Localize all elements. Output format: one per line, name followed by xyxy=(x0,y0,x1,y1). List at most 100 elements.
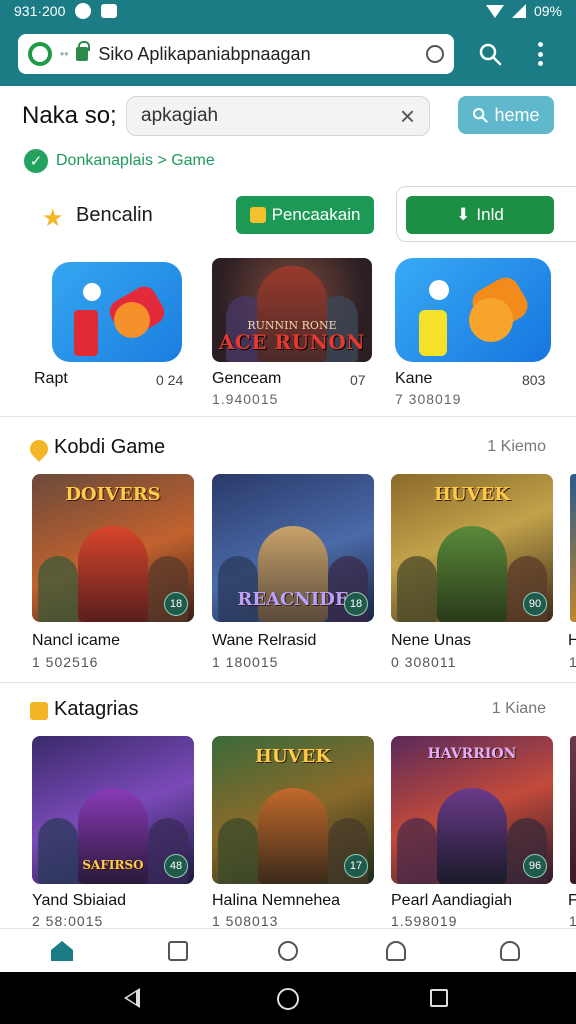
install-button[interactable]: ⬇ Inld xyxy=(406,196,554,234)
game-meta: 1 xyxy=(569,913,576,929)
reload-icon[interactable] xyxy=(426,45,444,63)
app-name[interactable]: Rapt xyxy=(34,370,68,388)
messenger-icon xyxy=(75,3,92,19)
home-icon[interactable] xyxy=(48,937,76,965)
game-meta: 2 58:0015 xyxy=(32,913,104,929)
app-art-genceam[interactable]: RUNNIN RONE ACE RUNON xyxy=(212,258,372,362)
address-bar[interactable]: •• Siko Aplikapaniabpnaagan xyxy=(18,34,454,74)
app-count: 0 24 xyxy=(156,372,184,388)
lock-icon[interactable] xyxy=(76,41,91,61)
url-text[interactable]: Siko Aplikapaniabpnaagan xyxy=(98,44,420,65)
app-icon-rapt[interactable] xyxy=(52,262,182,362)
breadcrumb[interactable]: ✓ Donkanaplais > Game xyxy=(24,148,215,174)
see-more-link[interactable]: 1 Kiemo xyxy=(487,438,546,456)
game-card[interactable]: REACNIDE 18 xyxy=(212,474,374,622)
rating-badge: 90 xyxy=(523,592,547,616)
app-count: 803 xyxy=(522,372,546,388)
section-header-categories: Katagrias 1 Kiane xyxy=(0,698,576,728)
app-screen: 931·200 09% •• Siko Aplikapaniabpnaagan … xyxy=(0,0,576,1024)
install-button-label: Inld xyxy=(476,205,504,224)
app-count: 07 xyxy=(350,372,366,388)
recents-icon[interactable] xyxy=(430,989,448,1007)
game-name[interactable]: Pearl Aandiagiah xyxy=(391,892,512,910)
featured-header: ★ Bencalin Pencaakain ⬇ Inld xyxy=(0,186,576,246)
primary-action-label: Pencaakain xyxy=(271,205,361,224)
app-name[interactable]: Kane xyxy=(395,370,432,388)
clear-icon[interactable]: × xyxy=(400,103,415,129)
page-title: Naka so; xyxy=(22,102,117,129)
search-query[interactable]: apkagiah xyxy=(141,105,400,127)
game-name[interactable]: Nene Unas xyxy=(391,632,471,650)
app-icon-kane[interactable] xyxy=(395,258,551,362)
app-meta: 7 308019 xyxy=(395,391,462,407)
profile-icon[interactable] xyxy=(496,937,524,965)
app-meta: 1.940015 xyxy=(212,391,279,407)
divider xyxy=(0,682,576,683)
art-title: ACE RUNON xyxy=(218,330,366,354)
game-card[interactable]: DOIVERS 18 xyxy=(32,474,194,622)
rating-badge: 17 xyxy=(344,854,368,878)
game-meta: 1 502516 xyxy=(32,654,99,670)
search-input[interactable]: apkagiah × xyxy=(126,96,430,136)
game-card[interactable]: SAFIRSO 48 xyxy=(32,736,194,884)
search-icon[interactable] xyxy=(274,937,302,965)
search-icon[interactable] xyxy=(478,42,502,66)
primary-action-button[interactable]: Pencaakain xyxy=(236,196,374,234)
see-more-link[interactable]: 1 Kiane xyxy=(492,700,546,718)
clock: 931·200 xyxy=(14,3,66,19)
game-card-peek[interactable] xyxy=(570,474,576,622)
overflow-menu-icon[interactable] xyxy=(534,42,546,66)
game-art-title: HUVEK xyxy=(433,484,511,505)
game-meta: 1.598019 xyxy=(391,913,458,929)
home-button[interactable]: heme xyxy=(458,96,554,134)
game-meta: 1 180015 xyxy=(212,654,279,670)
notifications-icon[interactable] xyxy=(382,937,410,965)
notification-icon xyxy=(101,4,118,18)
system-navigation-bar xyxy=(0,972,576,1024)
bottom-nav xyxy=(0,928,576,972)
badge-icon xyxy=(249,207,266,223)
divider xyxy=(0,416,576,417)
app-name[interactable]: Genceam xyxy=(212,370,281,388)
game-card-peek[interactable] xyxy=(570,736,576,884)
signal-icon xyxy=(511,4,526,18)
game-name[interactable]: Yand Sbiaiad xyxy=(32,892,126,910)
breadcrumb-text[interactable]: Donkanaplais > Game xyxy=(56,152,215,170)
game-name[interactable]: Wane Relrasid xyxy=(212,632,316,650)
star-icon: ★ xyxy=(42,205,64,232)
status-bar: 931·200 09% xyxy=(0,0,576,22)
tab-switcher-icon[interactable]: •• xyxy=(60,47,68,61)
category-icon xyxy=(30,702,48,720)
rating-badge: 96 xyxy=(523,854,547,878)
search-row: Naka so; apkagiah × heme xyxy=(0,86,576,146)
game-card[interactable]: HUVEK 17 xyxy=(212,736,374,884)
site-favicon-icon[interactable] xyxy=(28,42,52,66)
rating-badge: 18 xyxy=(344,592,368,616)
section-header-games: Kobdi Game 1 Kiemo xyxy=(0,436,576,466)
wifi-icon xyxy=(485,4,504,18)
game-meta: 1 xyxy=(569,654,576,670)
game-meta: 0 308011 xyxy=(391,654,457,670)
game-card[interactable]: HUVEK 90 xyxy=(391,474,553,622)
rating-badge: 48 xyxy=(164,854,188,878)
browser-toolbar: •• Siko Aplikapaniabpnaagan xyxy=(0,22,576,86)
search-icon xyxy=(473,108,489,123)
game-name[interactable]: Halina Nemnehea xyxy=(212,892,340,910)
back-icon[interactable] xyxy=(124,988,140,1008)
game-art-title: DOIVERS xyxy=(65,484,161,505)
game-meta: 1 508013 xyxy=(212,913,279,929)
download-icon: ⬇ xyxy=(456,205,471,224)
game-card[interactable]: HAVRRION 96 xyxy=(391,736,553,884)
game-name[interactable]: F xyxy=(568,892,576,910)
game-art-title: HUVEK xyxy=(254,746,332,767)
library-icon[interactable] xyxy=(164,937,192,965)
game-name[interactable]: Nancl icame xyxy=(32,632,120,650)
game-name[interactable]: H xyxy=(568,632,576,650)
pin-icon xyxy=(26,436,52,462)
battery-level: 09% xyxy=(533,3,562,19)
featured-title: Bencalin xyxy=(76,204,153,226)
game-art-title: HAVRRION xyxy=(427,746,517,762)
check-icon: ✓ xyxy=(24,149,48,173)
rating-badge: 18 xyxy=(164,592,188,616)
home-circle-icon[interactable] xyxy=(277,988,299,1010)
